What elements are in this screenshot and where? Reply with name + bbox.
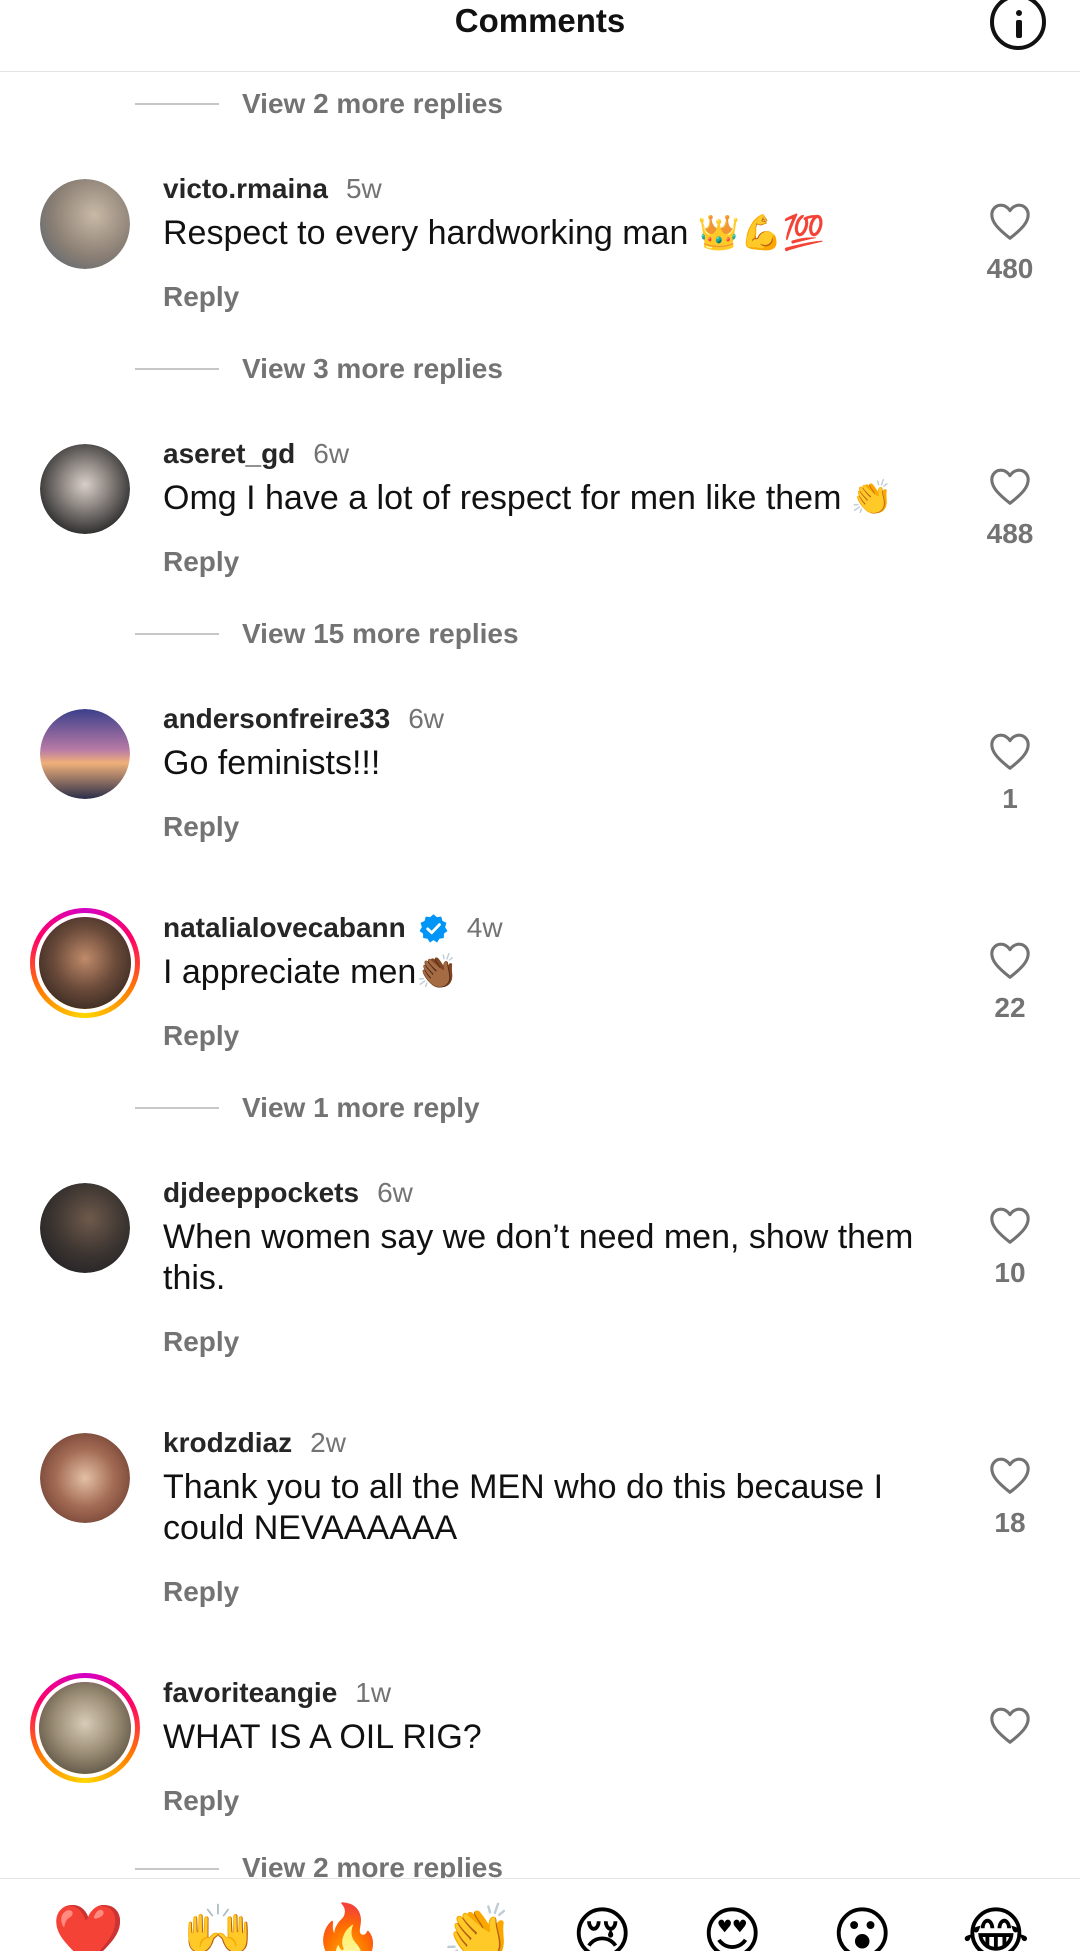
like-button[interactable]: 480 — [986, 201, 1034, 285]
comment-time: 6w — [408, 703, 445, 734]
reply-button[interactable]: Reply — [163, 1576, 239, 1608]
view-replies-button[interactable]: View 1 more reply — [135, 1088, 480, 1128]
like-count: 22 — [994, 992, 1026, 1023]
reply-button[interactable]: Reply — [163, 1785, 239, 1817]
heart-icon — [990, 942, 1030, 979]
raised-hands-emoji-button[interactable]: 🙌 — [182, 1900, 254, 1951]
heart-icon — [990, 468, 1030, 505]
view-replies-button[interactable]: View 2 more replies — [135, 1852, 503, 1878]
divider-line — [135, 1868, 219, 1870]
comment-text: When women say we don’t need men, show t… — [163, 1218, 914, 1297]
view-replies-button[interactable]: View 15 more replies — [135, 614, 519, 654]
like-button[interactable]: 10 — [986, 1205, 1034, 1289]
reply-button[interactable]: Reply — [163, 811, 239, 843]
comment-time: 2w — [310, 1427, 346, 1458]
avatar[interactable] — [40, 709, 130, 799]
like-count: 10 — [994, 1257, 1026, 1288]
comment-time: 5w — [345, 173, 382, 204]
comment-text: Thank you to all the MEN who do this bec… — [163, 1468, 884, 1547]
like-button[interactable]: 22 — [986, 940, 1034, 1024]
reply-button[interactable]: Reply — [163, 546, 239, 578]
comment-username[interactable]: krodzdiaz — [163, 1427, 292, 1459]
view-replies-button[interactable]: View 3 more replies — [135, 349, 503, 389]
comment-username[interactable]: favoriteangie — [163, 1677, 337, 1709]
comment-text: I appreciate men👏🏾 — [163, 953, 459, 991]
fire-emoji-button[interactable]: 🔥 — [312, 1900, 384, 1951]
avatar[interactable] — [40, 179, 130, 269]
comment-time: 4w — [466, 912, 503, 943]
heart-eyes-emoji-button[interactable]: 😍 — [702, 1900, 762, 1951]
avatar-story-ring[interactable] — [30, 1673, 140, 1783]
avatar-story-ring[interactable] — [30, 908, 140, 1018]
avatar[interactable] — [40, 1433, 130, 1523]
avatar-image — [40, 709, 130, 799]
avatar-image — [40, 444, 130, 534]
divider-line — [135, 368, 219, 370]
emoji-bar-divider — [0, 1878, 1080, 1879]
surprised-emoji-button[interactable]: 😮 — [832, 1900, 892, 1951]
laughing-emoji-button[interactable]: 😂 — [962, 1900, 1030, 1951]
heart-icon — [990, 1457, 1030, 1494]
like-count: 1 — [1002, 783, 1018, 814]
comment-text: Respect to every hardworking man 👑💪💯 — [163, 214, 825, 252]
like-button[interactable]: 488 — [986, 466, 1034, 550]
comment-username[interactable]: victo.rmaina — [163, 173, 328, 205]
heart-icon — [990, 1207, 1030, 1244]
comment-username[interactable]: aseret_gd — [163, 438, 295, 470]
comment-text: Go feminists!!! — [163, 744, 381, 782]
like-button[interactable] — [986, 1705, 1034, 1745]
comment-time: 6w — [377, 1177, 413, 1208]
divider-line — [135, 633, 219, 635]
avatar-image — [40, 1433, 130, 1523]
comment-text: WHAT IS A OIL RIG? — [163, 1718, 482, 1756]
divider-line — [135, 103, 219, 105]
like-count: 480 — [986, 253, 1034, 284]
like-count: 488 — [986, 518, 1034, 549]
like-count: 18 — [994, 1507, 1026, 1538]
comment-text: Omg I have a lot of respect for men like… — [163, 479, 894, 517]
comment-username[interactable]: natalialovecabann — [163, 912, 406, 944]
divider-line — [135, 1107, 219, 1109]
reply-button[interactable]: Reply — [163, 1326, 239, 1358]
comment-username[interactable]: djdeeppockets — [163, 1177, 359, 1209]
comment-username[interactable]: andersonfreire33 — [163, 703, 390, 735]
avatar[interactable] — [40, 1183, 130, 1273]
like-button[interactable]: 18 — [986, 1455, 1034, 1539]
reply-button[interactable]: Reply — [163, 1020, 239, 1052]
reply-button[interactable]: Reply — [163, 281, 239, 313]
header: Comments — [0, 0, 1080, 72]
heart-icon — [990, 1707, 1030, 1744]
crying-emoji-button[interactable]: 😢 — [572, 1900, 632, 1951]
avatar[interactable] — [40, 444, 130, 534]
view-replies-button[interactable]: View 2 more replies — [135, 84, 503, 124]
avatar-image — [39, 917, 131, 1009]
avatar-image — [40, 1183, 130, 1273]
comment-time: 6w — [313, 438, 350, 469]
avatar-image — [40, 179, 130, 269]
heart-emoji-button[interactable]: ❤️ — [52, 1900, 124, 1951]
verified-badge-icon — [419, 913, 448, 942]
page-title: Comments — [454, 2, 626, 39]
heart-icon — [990, 733, 1030, 770]
like-button[interactable]: 1 — [986, 731, 1034, 815]
clapping-emoji-button[interactable]: 👏 — [442, 1900, 514, 1951]
heart-icon — [990, 203, 1030, 240]
emoji-reaction-bar: ❤️ 🙌 🔥 👏 😢 😍 😮 😂 — [0, 1900, 1080, 1951]
avatar-image — [39, 1682, 131, 1774]
comment-time: 1w — [355, 1677, 392, 1708]
info-icon[interactable] — [990, 0, 1046, 50]
